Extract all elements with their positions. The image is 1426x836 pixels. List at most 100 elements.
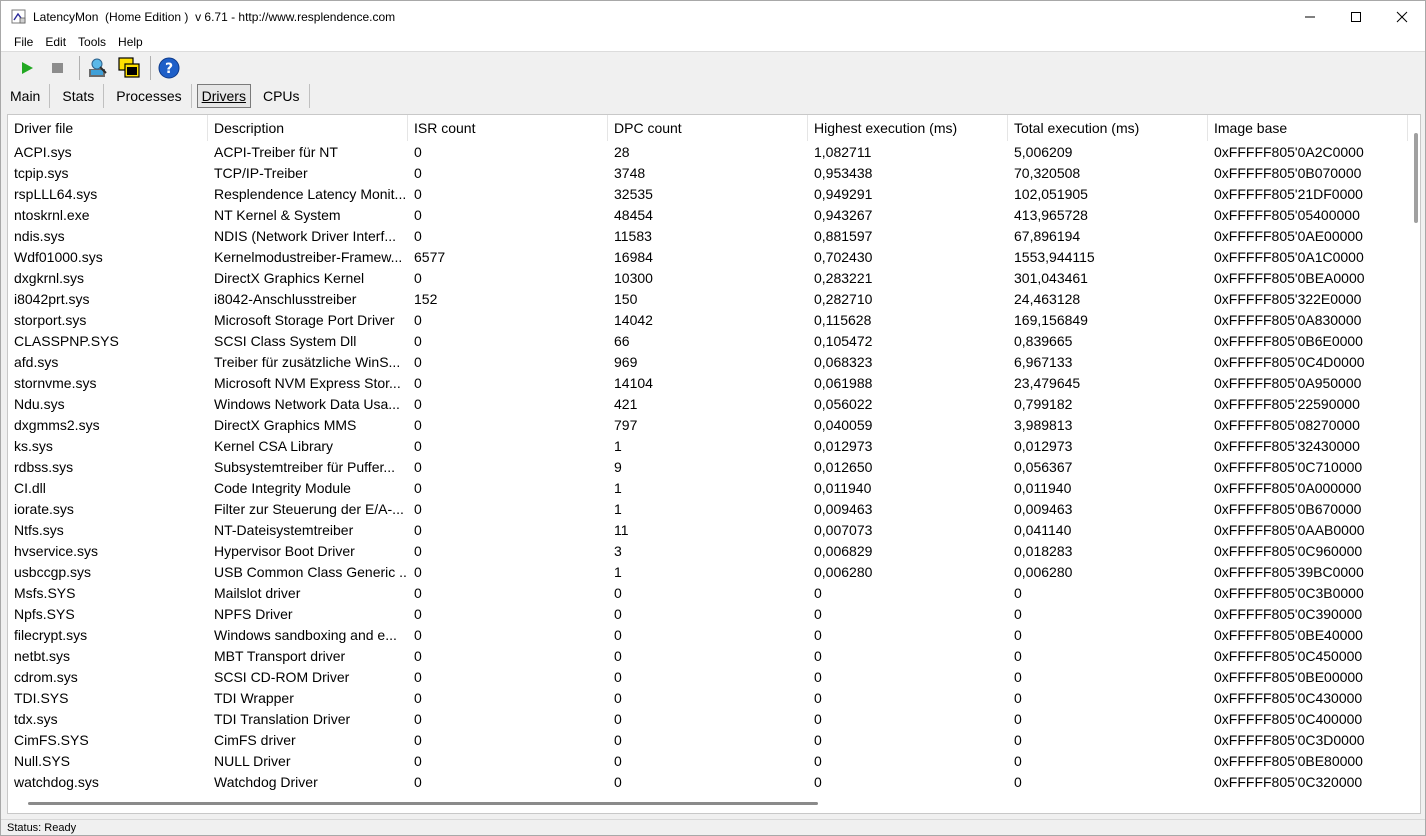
- start-button[interactable]: [13, 55, 41, 81]
- table-cell: USB Common Class Generic ...: [214, 563, 408, 580]
- table-row[interactable]: dxgmms2.sys DirectX Graphics MMS 0 797 0,040…: [8, 414, 1408, 435]
- table-cell: dxgmms2.sys: [14, 416, 100, 433]
- table-cell: 0: [414, 164, 422, 181]
- close-icon: [1396, 11, 1408, 23]
- table-cell: 0xFFFFF805'08270000: [1214, 416, 1360, 433]
- table-cell: 0xFFFFF805'0A830000: [1214, 311, 1362, 328]
- table-row[interactable]: TDI.SYS TDI Wrapper 0 0 0 0 0xFFFFF805'0C43000…: [8, 687, 1408, 708]
- column-header-image-base[interactable]: Image base: [1208, 115, 1408, 141]
- table-cell: 0xFFFFF805'05400000: [1214, 206, 1360, 223]
- table-cell: 6,967133: [1014, 353, 1073, 370]
- table-row[interactable]: usbccgp.sys USB Common Class Generic ... 0…: [8, 561, 1408, 582]
- table-cell: ks.sys: [14, 437, 53, 454]
- table-row[interactable]: tdx.sys TDI Translation Driver 0 0 0 0 0xFFFFF…: [8, 708, 1408, 729]
- menu-tools[interactable]: Tools: [74, 35, 110, 49]
- table-row[interactable]: netbt.sys MBT Transport driver 0 0 0 0 0xFFFFF…: [8, 645, 1408, 666]
- table-row[interactable]: stornvme.sys Microsoft NVM Express Stor..…: [8, 372, 1408, 393]
- table-cell: 0,009463: [814, 500, 873, 517]
- windows-icon: [118, 57, 140, 78]
- table-row[interactable]: tcpip.sys TCP/IP-Treiber 0 3748 0,953438 70,3…: [8, 162, 1408, 183]
- help-button[interactable]: ?: [155, 55, 183, 81]
- table-row[interactable]: ks.sys Kernel CSA Library 0 1 0,012973 0,0129…: [8, 435, 1408, 456]
- table-row[interactable]: storport.sys Microsoft Storage Port Drive…: [8, 309, 1408, 330]
- table-row[interactable]: Npfs.SYS NPFS Driver 0 0 0 0 0xFFFFF805'0C3900…: [8, 603, 1408, 624]
- table-cell: 1553,944115: [1014, 248, 1095, 265]
- table-row[interactable]: afd.sys Treiber für zusätzliche WinS... 0 9…: [8, 351, 1408, 372]
- close-button[interactable]: [1379, 1, 1425, 33]
- menu-help[interactable]: Help: [114, 35, 147, 49]
- table-row[interactable]: hvservice.sys Hypervisor Boot Driver 0 3 0,0…: [8, 540, 1408, 561]
- table-cell: 0,011940: [1014, 479, 1072, 496]
- tab-processes[interactable]: Processes: [107, 84, 192, 108]
- stop-button[interactable]: [44, 55, 72, 81]
- table-cell: ntoskrnl.exe: [14, 206, 90, 223]
- table-cell: 0,881597: [814, 227, 873, 244]
- table-row[interactable]: Msfs.SYS Mailslot driver 0 0 0 0 0xFFFFF805'0C…: [8, 582, 1408, 603]
- table-cell: 0,115628: [814, 311, 872, 328]
- vertical-scrollbar[interactable]: [1414, 133, 1418, 223]
- table-cell: 0: [414, 185, 422, 202]
- table-row[interactable]: watchdog.sys Watchdog Driver 0 0 0 0 0xFFFFF80…: [8, 771, 1408, 792]
- table-row[interactable]: ACPI.sys ACPI-Treiber für NT 0 28 1,082711 5,…: [8, 141, 1408, 162]
- tab-drivers[interactable]: Drivers: [196, 84, 251, 108]
- table-cell: 14104: [614, 374, 653, 391]
- table-row[interactable]: Null.SYS NULL Driver 0 0 0 0 0xFFFFF805'0BE800…: [8, 750, 1408, 771]
- table-row[interactable]: dxgkrnl.sys DirectX Graphics Kernel 0 10300…: [8, 267, 1408, 288]
- menu-file[interactable]: File: [10, 35, 37, 49]
- table-cell: NT-Dateisystemtreiber: [214, 521, 354, 538]
- drivers-table[interactable]: Driver file Description ISR count DPC co…: [7, 114, 1421, 814]
- table-cell: 0xFFFFF805'0C320000: [1214, 773, 1363, 790]
- column-header-total-execution[interactable]: Total execution (ms): [1008, 115, 1208, 141]
- table-row[interactable]: CimFS.SYS CimFS driver 0 0 0 0 0xFFFFF805'0C3D…: [8, 729, 1408, 750]
- horizontal-scrollbar[interactable]: [28, 802, 818, 805]
- tab-cpus[interactable]: CPUs: [254, 84, 310, 108]
- maximize-button[interactable]: [1333, 1, 1379, 33]
- column-header-highest-execution[interactable]: Highest execution (ms): [808, 115, 1008, 141]
- menu-edit[interactable]: Edit: [41, 35, 70, 49]
- table-row[interactable]: CLASSPNP.SYS SCSI Class System Dll 0 66 0,10…: [8, 330, 1408, 351]
- table-cell: 1: [614, 437, 622, 454]
- analyze-button[interactable]: [84, 55, 112, 81]
- table-row[interactable]: i8042prt.sys i8042-Anschlusstreiber 152 150…: [8, 288, 1408, 309]
- table-row[interactable]: filecrypt.sys Windows sandboxing and e...…: [8, 624, 1408, 645]
- table-row[interactable]: rdbss.sys Subsystemtreiber für Puffer... 0…: [8, 456, 1408, 477]
- table-cell: 1: [614, 563, 622, 580]
- column-header-driver-file[interactable]: Driver file: [8, 115, 208, 141]
- table-row[interactable]: rspLLL64.sys Resplendence Latency Monit..…: [8, 183, 1408, 204]
- table-cell: 0,012650: [814, 458, 873, 475]
- table-row[interactable]: Ndu.sys Windows Network Data Usa... 0 421 0,…: [8, 393, 1408, 414]
- table-cell: 0xFFFFF805'0B070000: [1214, 164, 1362, 181]
- table-cell: 3: [614, 542, 622, 559]
- minimize-button[interactable]: [1287, 1, 1333, 33]
- table-header: Driver file Description ISR count DPC co…: [8, 115, 1408, 141]
- column-header-isr-count[interactable]: ISR count: [408, 115, 608, 141]
- table-cell: 0,949291: [814, 185, 873, 202]
- column-header-description[interactable]: Description: [208, 115, 408, 141]
- tab-main[interactable]: Main: [1, 84, 51, 108]
- table-cell: 0: [614, 647, 622, 664]
- table-cell: 0xFFFFF805'0C3D0000: [1214, 731, 1365, 748]
- table-cell: 5,006209: [1014, 143, 1073, 160]
- table-cell: 0xFFFFF805'0B6E0000: [1214, 332, 1363, 349]
- table-cell: 0: [414, 416, 422, 433]
- table-row[interactable]: ndis.sys NDIS (Network Driver Interf... 0 1…: [8, 225, 1408, 246]
- table-row[interactable]: ntoskrnl.exe NT Kernel & System 0 48454 0,94…: [8, 204, 1408, 225]
- table-cell: TDI.SYS: [14, 689, 69, 706]
- table-cell: 0: [1014, 668, 1022, 685]
- table-cell: 0xFFFFF805'322E0000: [1214, 290, 1362, 307]
- table-row[interactable]: Wdf01000.sys Kernelmodustreiber-Framew...…: [8, 246, 1408, 267]
- table-body: ACPI.sys ACPI-Treiber für NT 0 28 1,082711 5,…: [8, 141, 1408, 792]
- table-cell: 67,896194: [1014, 227, 1081, 244]
- windows-button[interactable]: [115, 55, 143, 81]
- table-row[interactable]: Ntfs.sys NT-Dateisystemtreiber 0 11 0,007073…: [8, 519, 1408, 540]
- table-row[interactable]: iorate.sys Filter zur Steuerung der E/A-.…: [8, 498, 1408, 519]
- table-cell: 48454: [614, 206, 653, 223]
- table-cell: 0,006280: [1014, 563, 1073, 580]
- table-cell: cdrom.sys: [14, 668, 78, 685]
- tab-stats[interactable]: Stats: [53, 84, 105, 108]
- column-header-dpc-count[interactable]: DPC count: [608, 115, 808, 141]
- title-bar[interactable]: LatencyMon (Home Edition ) v 6.71 - http…: [1, 1, 1425, 33]
- table-row[interactable]: CI.dll Code Integrity Module 0 1 0,011940 0,0…: [8, 477, 1408, 498]
- status-bar: Status: Ready: [1, 819, 1425, 836]
- table-row[interactable]: cdrom.sys SCSI CD-ROM Driver 0 0 0 0 0xFFFFF80…: [8, 666, 1408, 687]
